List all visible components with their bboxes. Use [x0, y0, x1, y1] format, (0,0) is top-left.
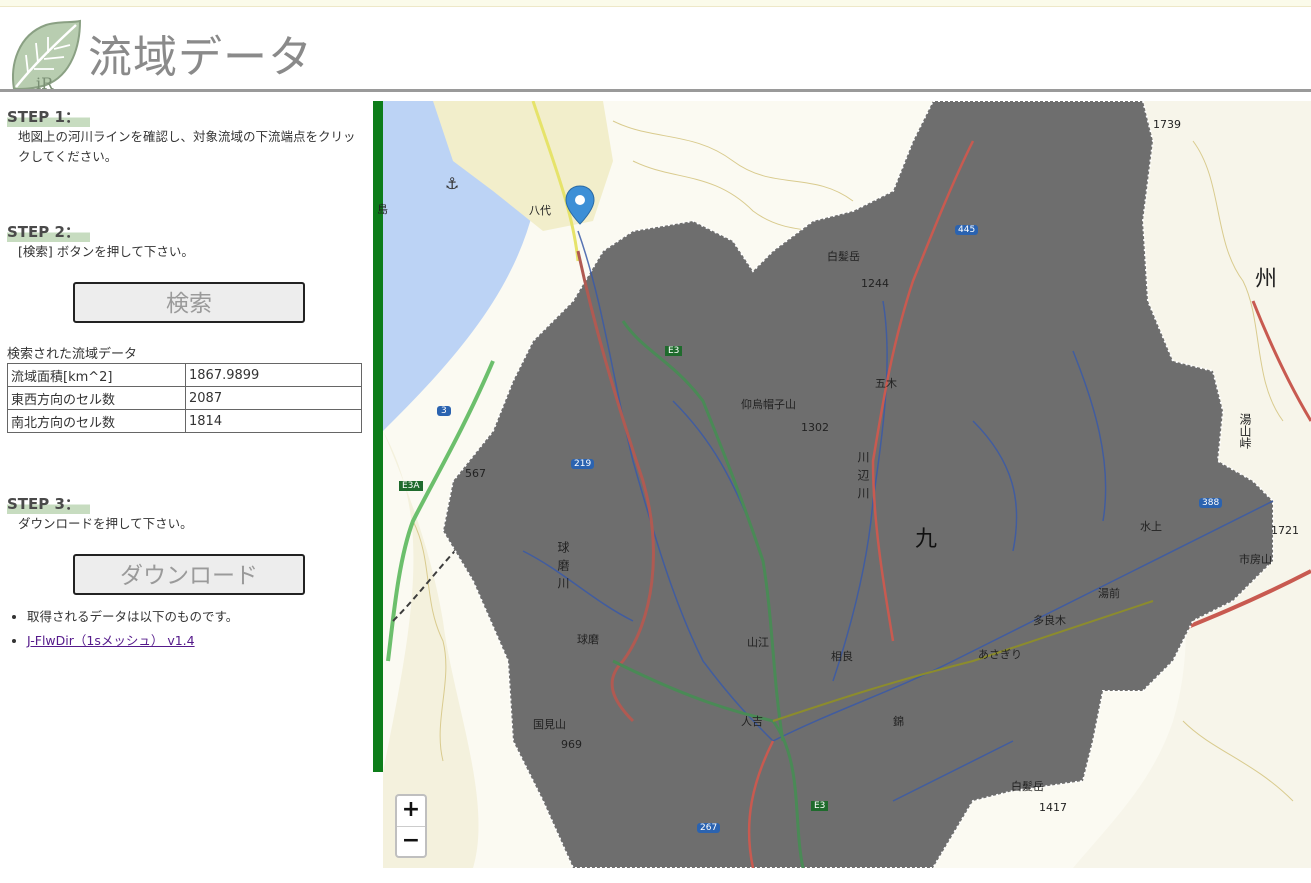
map-label: 湯山峠 [1238, 413, 1252, 449]
map-label: 錦 [893, 715, 904, 728]
map-label: 白髪岳 [827, 250, 860, 263]
map-margin [373, 772, 383, 868]
map-label: あさぎり [978, 648, 1022, 661]
map-label: 市房山 [1239, 553, 1272, 566]
map-label: 九 [915, 527, 938, 552]
route-shield: 3 [437, 406, 451, 416]
map-label: 969 [561, 738, 582, 751]
page-header: iR 流域データ [0, 7, 1311, 93]
route-shield: 388 [1199, 498, 1223, 508]
top-strip [0, 0, 1311, 7]
list-item: 取得されるデータは以下のものです。 [27, 605, 377, 629]
map-label: 湯前 [1098, 587, 1120, 600]
map-label: 州 [1255, 267, 1278, 292]
ew-cells-value: 2087 [185, 386, 362, 410]
table-row: 東西方向のセル数 2087 [7, 386, 362, 410]
download-button[interactable]: ダウンロード [73, 554, 305, 595]
map-label: 1721 [1271, 524, 1299, 537]
control-panel: STEP 1： 地図上の河川ラインを確認し、対象流域の下流端点をクリックしてくだ… [0, 100, 368, 883]
map-label: 島 [377, 203, 388, 216]
page-title: 流域データ [88, 32, 313, 83]
route-shield: 219 [571, 459, 595, 469]
step2-description: [検索] ボタンを押して下さい。 [18, 244, 194, 259]
notes-intro: 取得されるデータは以下のものです。 [27, 609, 239, 624]
map-label: 五木 [875, 377, 897, 390]
area-key: 流域面積[km^2] [7, 363, 186, 387]
list-item: J-FlwDir（1sメッシュ） v1.4 [27, 629, 377, 653]
step2-label: STEP 2： [7, 221, 90, 242]
results-caption: 検索された流域データ [7, 347, 138, 362]
map-label: 川辺川 [856, 451, 870, 505]
route-shield: E3A [399, 481, 423, 491]
map-view[interactable]: ⚓ 島 八代 白髪岳 1244 五木 仰烏帽子山 1302 567 水上 湯前 … [373, 101, 1311, 868]
route-shield: 445 [955, 225, 979, 235]
table-row: 流域面積[km^2] 1867.9899 [7, 363, 362, 387]
map-label: 多良木 [1033, 614, 1066, 627]
route-shield: E3 [811, 801, 829, 811]
results-table: 流域面積[km^2] 1867.9899 東西方向のセル数 2087 南北方向の… [7, 363, 362, 433]
anchor-icon: ⚓ [445, 174, 459, 193]
map-label: 567 [465, 467, 486, 480]
step1-label: STEP 1： [7, 106, 90, 127]
map-label: 1302 [801, 421, 829, 434]
map-label: 1739 [1153, 118, 1181, 131]
map-label: 1417 [1039, 801, 1067, 814]
map-label: 人吉 [741, 715, 763, 728]
zoom-control: + − [395, 794, 427, 858]
route-shield: E3 [665, 346, 683, 356]
map-label: 山江 [747, 636, 769, 649]
ns-cells-key: 南北方向のセル数 [7, 409, 186, 433]
map-label: 球磨 [577, 633, 599, 646]
search-button[interactable]: 検索 [73, 282, 305, 323]
zoom-in-button[interactable]: + [397, 796, 425, 827]
map-label: 仰烏帽子山 [741, 398, 796, 411]
step1-description: 地図上の河川ラインを確認し、対象流域の下流端点をクリックしてください。 [18, 129, 356, 164]
route-shield: 267 [697, 823, 721, 833]
step3-description: ダウンロードを押して下さい。 [18, 516, 193, 531]
leaf-logo-icon: iR [12, 19, 82, 93]
map-label: 水上 [1140, 520, 1162, 533]
ns-cells-value: 1814 [185, 409, 362, 433]
map-label: 球磨川 [556, 541, 570, 595]
map-label: 八代 [529, 204, 551, 217]
map-label: 1244 [861, 277, 889, 290]
map-canvas[interactable]: ⚓ [373, 101, 1311, 868]
map-label: 相良 [831, 650, 853, 663]
ew-cells-key: 東西方向のセル数 [7, 386, 186, 410]
step3-label: STEP 3： [7, 493, 90, 514]
header-divider [0, 89, 1311, 92]
jflwdir-link[interactable]: J-FlwDir（1sメッシュ） v1.4 [27, 633, 195, 648]
map-label: 白髪岳 [1011, 780, 1044, 793]
zoom-out-button[interactable]: − [397, 827, 425, 857]
data-notes-list: 取得されるデータは以下のものです。 J-FlwDir（1sメッシュ） v1.4 [7, 605, 377, 653]
map-label: 国見山 [533, 718, 566, 731]
area-value: 1867.9899 [185, 363, 362, 387]
table-row: 南北方向のセル数 1814 [7, 409, 362, 433]
